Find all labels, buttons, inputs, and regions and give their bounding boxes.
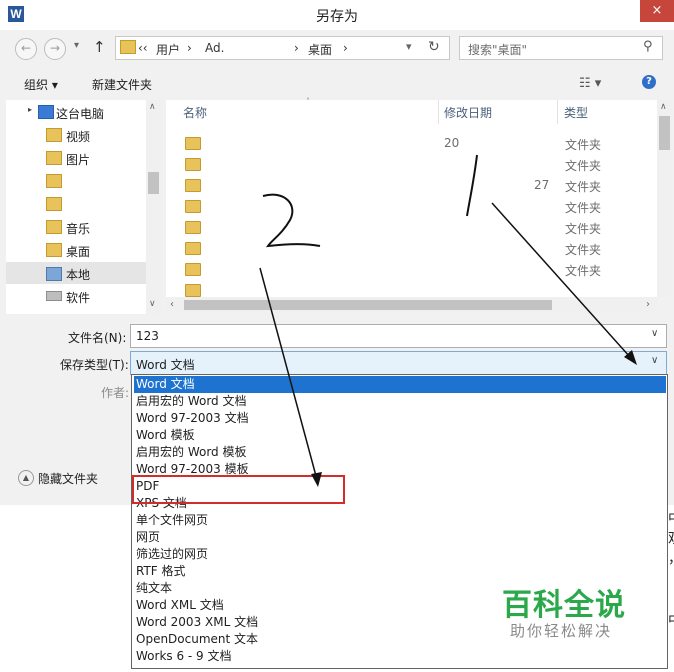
annotation-overlay (259, 154, 637, 487)
background-text-fragment: 观 (668, 528, 674, 548)
background-text-fragment: 中 (668, 610, 674, 630)
arrow-to-pdf (259, 267, 317, 477)
watermark-logo: 百科全说 (502, 588, 626, 623)
background-text-fragment: 中 (668, 508, 674, 528)
arrowhead-icon (311, 472, 322, 487)
arrow-to-type-select (491, 202, 631, 358)
annotation-number-one (466, 154, 478, 217)
annotation-number-two (262, 193, 321, 248)
watermark-slogan: 助你轻松解决 (510, 622, 613, 640)
background-text-fragment: ， (668, 548, 674, 568)
